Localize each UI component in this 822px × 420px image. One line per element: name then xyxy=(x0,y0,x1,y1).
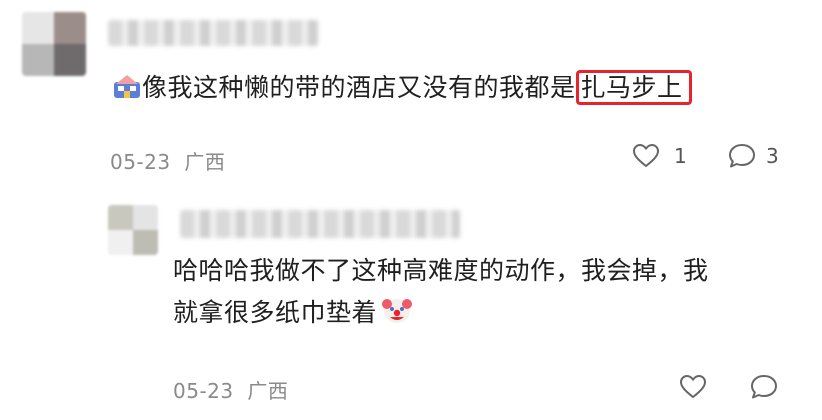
clown-face-icon xyxy=(381,295,413,325)
hotel-emoji-icon xyxy=(112,72,142,100)
reply-count: 3 xyxy=(766,144,779,168)
reply-date: 05-23 xyxy=(173,379,234,403)
reply-meta: 05-23 广西 xyxy=(173,375,288,404)
reply-reply-button[interactable] xyxy=(750,374,778,400)
replier-avatar[interactable] xyxy=(108,205,158,255)
comment-body: 像我这种懒的带的酒店又没有的我都是 扎马步上 xyxy=(112,70,692,106)
comment-location: 广西 xyxy=(184,150,226,174)
commenter-username-blurred[interactable] xyxy=(108,20,318,46)
comment-like-button[interactable]: 1 xyxy=(632,143,687,169)
speech-bubble-icon xyxy=(728,143,756,169)
speech-bubble-icon xyxy=(750,374,778,400)
reply-body: 哈哈哈我做不了这种高难度的动作，我会掉，我 就拿很多纸巾垫着 xyxy=(173,253,793,331)
commenter-avatar[interactable] xyxy=(22,12,86,76)
comment-date: 05-23 xyxy=(110,150,171,174)
reply-text-line-1: 哈哈哈我做不了这种高难度的动作，我会掉，我 xyxy=(173,256,709,285)
heart-icon xyxy=(632,143,660,169)
comment-text-main: 像我这种懒的带的酒店又没有的我都是 xyxy=(142,73,576,102)
reply-location: 广西 xyxy=(247,379,289,403)
comment-meta: 05-23 广西 xyxy=(110,146,225,175)
reply-like-button[interactable] xyxy=(679,374,707,400)
heart-icon xyxy=(679,374,707,400)
comment-text-highlighted: 扎马步上 xyxy=(575,70,692,105)
comment-reply-button[interactable]: 3 xyxy=(728,143,779,169)
replier-username-blurred[interactable] xyxy=(180,210,460,238)
reply-text-line-2: 就拿很多纸巾垫着 xyxy=(173,295,793,331)
like-count: 1 xyxy=(674,144,687,168)
